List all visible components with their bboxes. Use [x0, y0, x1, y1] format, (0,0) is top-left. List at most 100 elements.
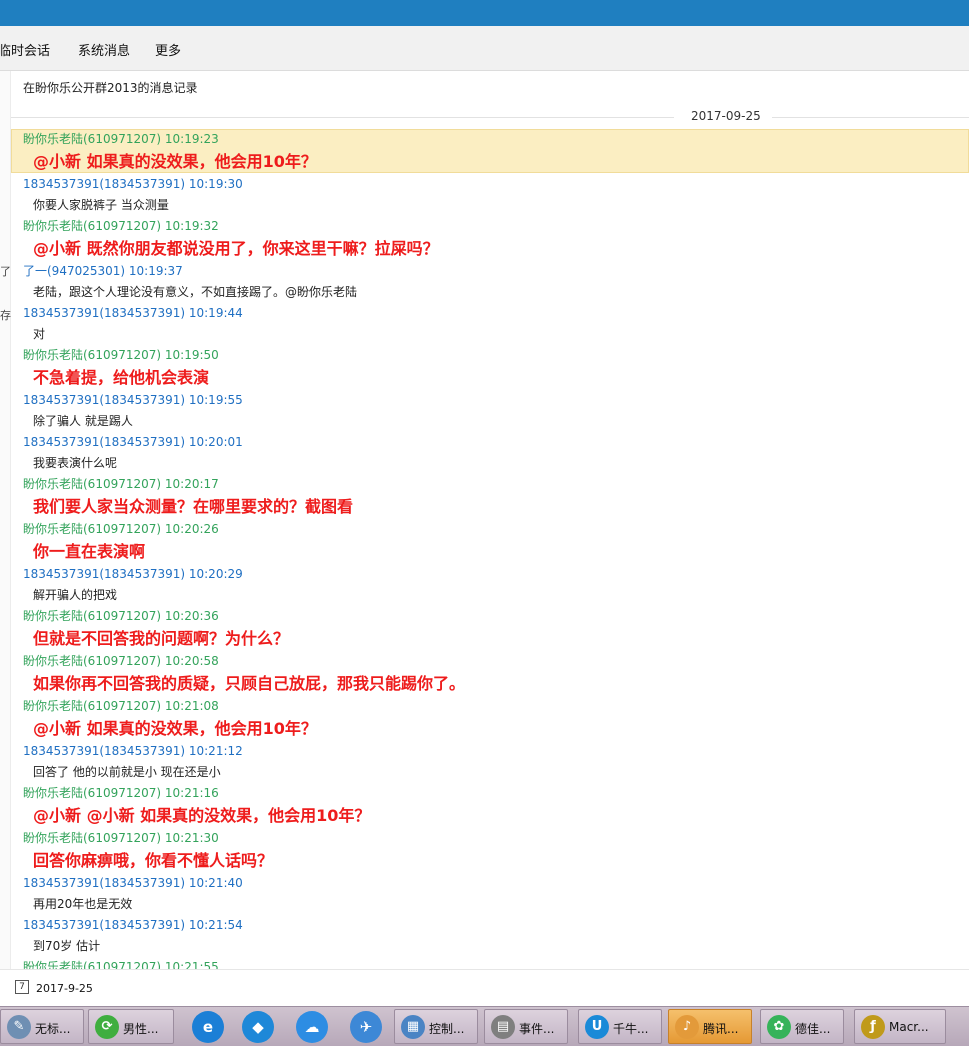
- taskbar-item[interactable]: ▤ 事件...: [484, 1009, 568, 1044]
- taskbar-item[interactable]: ▦ 控制...: [394, 1009, 478, 1044]
- chat-message[interactable]: 1834537391(1834537391) 10:20:01 我要表演什么呢: [11, 432, 969, 474]
- chat-message[interactable]: 盼你乐老陆(610971207) 10:20:58 如果你再不回答我的质疑，只顾自…: [11, 651, 969, 696]
- message-text: 回答你麻痹哦，你看不懂人话吗？: [33, 851, 274, 870]
- message-sender-time: 1834537391(1834537391) 10:19:30: [23, 177, 243, 191]
- taskbar-item[interactable]: ✿ 德佳...: [760, 1009, 844, 1044]
- message-text: 到70岁 估计: [33, 939, 101, 953]
- chat-message[interactable]: 盼你乐老陆(610971207) 10:21:08 @小新 如果真的没效果，他会用…: [11, 696, 969, 741]
- message-sender-time: 1834537391(1834537391) 10:19:44: [23, 306, 243, 320]
- chat-message[interactable]: 1834537391(1834537391) 10:21:12 回答了 他的以前就…: [11, 741, 969, 783]
- chat-message[interactable]: 1834537391(1834537391) 10:21:40 再用20年也是无效: [11, 873, 969, 915]
- divider: [772, 117, 969, 118]
- bird-icon[interactable]: ✈: [350, 1011, 382, 1043]
- chat-message[interactable]: 盼你乐老陆(610971207) 10:20:36 但就是不回答我的问题啊？为什么…: [11, 606, 969, 651]
- message-sender-time: 1834537391(1834537391) 10:21:40: [23, 876, 243, 890]
- chat-message[interactable]: 盼你乐老陆(610971207) 10:19:32 @小新 既然你朋友都说没用了，…: [11, 216, 969, 261]
- message-sender-time: 盼你乐老陆(610971207) 10:20:58: [23, 654, 219, 668]
- footer-bar: 7 2017-9-25: [0, 969, 969, 1007]
- taskbar-item[interactable]: ♪ 腾讯...: [668, 1009, 752, 1044]
- chat-message[interactable]: 了一(947025301) 10:19:37 老陆，跟这个人理论没有意义，不如直接…: [11, 261, 969, 303]
- qianniu-icon: U: [585, 1015, 609, 1039]
- macromedia-icon: ƒ: [861, 1015, 885, 1039]
- chat-message[interactable]: 1834537391(1834537391) 10:21:54 到70岁 估计: [11, 915, 969, 957]
- compass-icon[interactable]: ◆: [242, 1011, 274, 1043]
- taskbar-item[interactable]: U 千牛...: [578, 1009, 662, 1044]
- message-sender-time: 盼你乐老陆(610971207) 10:21:55: [23, 960, 219, 969]
- message-text: @小新 @小新 如果真的没效果，他会用10年？: [33, 806, 371, 825]
- menu-bar: 临时会话 系统消息 更多: [0, 26, 969, 71]
- message-text: 除了骗人 就是踢人: [33, 414, 133, 428]
- message-sender-time: 1834537391(1834537391) 10:19:55: [23, 393, 243, 407]
- message-text: 如果你再不回答我的质疑，只顾自己放屁，那我只能踢你了。: [33, 674, 466, 693]
- menu-system-messages[interactable]: 系统消息: [78, 40, 130, 59]
- taskbar-item-label: 腾讯...: [703, 1022, 739, 1036]
- message-text: @小新 如果真的没效果，他会用10年？: [33, 719, 317, 738]
- browser-green-icon: ⟳: [95, 1015, 119, 1039]
- control-panel-icon: ▦: [401, 1015, 425, 1039]
- message-sender-time: 盼你乐老陆(610971207) 10:20:17: [23, 477, 219, 491]
- footer-date[interactable]: 2017-9-25: [36, 982, 93, 995]
- message-sender-time: 了一(947025301) 10:19:37: [23, 264, 183, 278]
- taskbar-item-label: 德佳...: [795, 1022, 831, 1036]
- left-fragment: 存: [0, 309, 11, 322]
- chat-message[interactable]: 盼你乐老陆(610971207) 10:21:55: [11, 957, 969, 969]
- message-sender-time: 盼你乐老陆(610971207) 10:20:26: [23, 522, 219, 536]
- ie-icon[interactable]: e: [192, 1011, 224, 1043]
- taskbar-item[interactable]: ƒ Macr...: [854, 1009, 946, 1044]
- message-text: 但就是不回答我的问题啊？为什么？: [33, 629, 290, 648]
- message-text: 对: [33, 327, 46, 341]
- left-fragment: 了: [0, 265, 11, 278]
- taskbar-item-label: 千牛...: [613, 1022, 649, 1036]
- dejia-icon: ✿: [767, 1015, 791, 1039]
- message-text: 你一直在表演啊: [33, 542, 146, 561]
- history-title: 在盼你乐公开群2013的消息记录: [23, 81, 198, 95]
- taskbar-item-label: 男性...: [123, 1022, 159, 1036]
- chat-message[interactable]: 盼你乐老陆(610971207) 10:20:17 我们要人家当众测量？在哪里要求…: [11, 474, 969, 519]
- message-text: @小新 既然你朋友都说没用了，你来这里干嘛？拉屎吗？: [33, 239, 439, 258]
- message-sender-time: 盼你乐老陆(610971207) 10:19:50: [23, 348, 219, 362]
- message-sender-time: 盼你乐老陆(610971207) 10:20:36: [23, 609, 219, 623]
- left-panel-edge: 了 存: [0, 71, 11, 969]
- chat-message[interactable]: 盼你乐老陆(610971207) 10:21:30 回答你麻痹哦，你看不懂人话吗？: [11, 828, 969, 873]
- chat-message[interactable]: 1834537391(1834537391) 10:20:29 解开骗人的把戏: [11, 564, 969, 606]
- windows-taskbar: ✎ 无标... ⟳ 男性... e ◆ ☁ ✈ ▦ 控制... ▤ 事件... U 千牛... ♪ 腾讯...…: [0, 1006, 969, 1046]
- chat-message[interactable]: 盼你乐老陆(610971207) 10:19:23 @小新 如果真的没效果，他会用…: [11, 129, 969, 174]
- event-viewer-icon: ▤: [491, 1015, 515, 1039]
- message-history-panel[interactable]: 在盼你乐公开群2013的消息记录 2017-09-25 盼你乐老陆(610971…: [11, 71, 969, 969]
- calendar-icon[interactable]: 7: [15, 980, 29, 994]
- message-sender-time: 盼你乐老陆(610971207) 10:21:30: [23, 831, 219, 845]
- message-text: 你要人家脱裤子 当众测量: [33, 198, 169, 212]
- message-text: 老陆，跟这个人理论没有意义，不如直接踢了。@盼你乐老陆: [33, 285, 358, 299]
- date-separator: 2017-09-25: [11, 107, 969, 127]
- message-text: 我们要人家当众测量？在哪里要求的？截图看: [33, 497, 354, 516]
- message-sender-time: 1834537391(1834537391) 10:21:12: [23, 744, 243, 758]
- chat-message[interactable]: 1834537391(1834537391) 10:19:44 对: [11, 303, 969, 345]
- message-sender-time: 1834537391(1834537391) 10:20:01: [23, 435, 243, 449]
- message-text: 回答了 他的以前就是小 现在还是小: [33, 765, 221, 779]
- chat-message[interactable]: 1834537391(1834537391) 10:19:30 你要人家脱裤子 当…: [11, 174, 969, 216]
- message-sender-time: 盼你乐老陆(610971207) 10:19:32: [23, 219, 219, 233]
- message-text: 解开骗人的把戏: [33, 588, 118, 602]
- message-sender-time: 盼你乐老陆(610971207) 10:19:23: [23, 132, 219, 146]
- chat-message[interactable]: 1834537391(1834537391) 10:19:55 除了骗人 就是踢人: [11, 390, 969, 432]
- chat-message[interactable]: 盼你乐老陆(610971207) 10:21:16 @小新 @小新 如果真的没效果…: [11, 783, 969, 828]
- taskbar-item[interactable]: ✎ 无标...: [0, 1009, 84, 1044]
- message-text: @小新 如果真的没效果，他会用10年？: [33, 152, 317, 171]
- message-sender-time: 1834537391(1834537391) 10:20:29: [23, 567, 243, 581]
- message-sender-time: 1834537391(1834537391) 10:21:54: [23, 918, 243, 932]
- taskbar-item-label: 事件...: [519, 1022, 555, 1036]
- taskbar-item-label: Macr...: [889, 1020, 929, 1034]
- chat-message[interactable]: 盼你乐老陆(610971207) 10:20:26 你一直在表演啊: [11, 519, 969, 564]
- speaker-icon: ♪: [675, 1015, 699, 1039]
- chat-message[interactable]: 盼你乐老陆(610971207) 10:19:50 不急着提，给他机会表演: [11, 345, 969, 390]
- message-sender-time: 盼你乐老陆(610971207) 10:21:08: [23, 699, 219, 713]
- separator-date: 2017-09-25: [691, 109, 761, 123]
- window-titlebar[interactable]: [0, 0, 969, 26]
- menu-more[interactable]: 更多: [155, 40, 181, 59]
- cloud-icon[interactable]: ☁: [296, 1011, 328, 1043]
- message-text: 再用20年也是无效: [33, 897, 133, 911]
- divider: [11, 117, 674, 118]
- menu-temp-session[interactable]: 临时会话: [0, 40, 50, 59]
- message-list: 盼你乐老陆(610971207) 10:19:23 @小新 如果真的没效果，他会用…: [11, 129, 969, 969]
- taskbar-item[interactable]: ⟳ 男性...: [88, 1009, 174, 1044]
